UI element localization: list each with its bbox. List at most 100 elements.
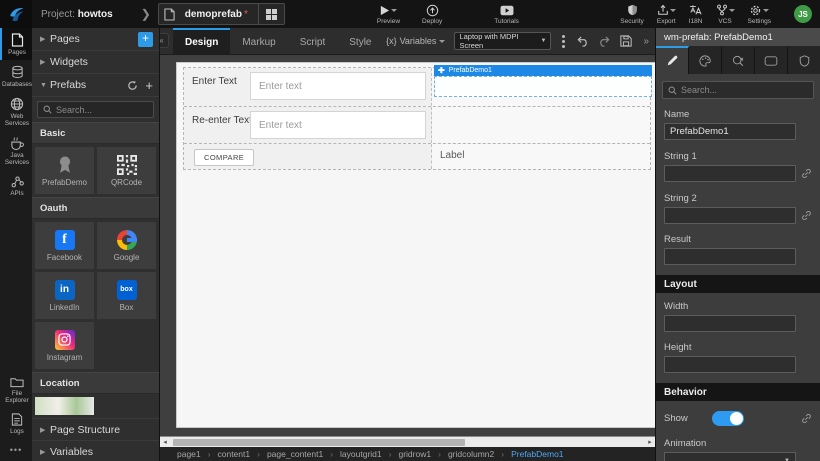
databases-icon <box>11 65 24 79</box>
tab-design[interactable]: Design <box>173 28 230 54</box>
name-field[interactable] <box>664 123 796 140</box>
selected-widget-bar[interactable]: ✚ PrefabDemo1 <box>434 65 652 76</box>
field1-input[interactable]: Enter text <box>250 72 426 100</box>
security-button[interactable]: Security <box>620 0 643 28</box>
explorer-panel: ▶ Pages + ▶ Widgets ▼ Prefabs + Basic Pr… <box>32 28 160 461</box>
page-selector[interactable]: demoprefab * <box>158 3 285 25</box>
prefab-tile-map[interactable] <box>35 397 94 415</box>
tutorials-button[interactable]: Tutorials <box>494 0 519 28</box>
activity-item-pages[interactable]: Pages <box>0 28 32 60</box>
design-page[interactable]: Enter Text Enter text ✚ PrefabDemo1 <box>176 62 655 428</box>
breadcrumb: page1 › content1 › page_content1 › layou… <box>160 447 655 461</box>
tab-styles[interactable] <box>689 46 722 74</box>
i18n-button[interactable]: I18N <box>689 0 703 28</box>
layout-grid[interactable]: Enter Text Enter text ✚ PrefabDemo1 <box>183 67 651 170</box>
activity-overflow-button[interactable]: ••• <box>0 439 32 461</box>
tab-properties[interactable] <box>656 46 689 74</box>
compare-button[interactable]: COMPARE <box>194 149 254 166</box>
export-button[interactable]: Export <box>657 0 676 28</box>
grid-cell-prefab[interactable]: ✚ PrefabDemo1 <box>432 68 650 106</box>
height-label: Height <box>664 342 812 353</box>
breadcrumb-item[interactable]: layoutgrid1 <box>340 449 382 459</box>
prefab-tile-facebook[interactable]: f Facebook <box>35 222 94 269</box>
section-widgets[interactable]: ▶ Widgets <box>32 51 159 74</box>
activity-item-logs[interactable]: Logs <box>0 408 32 439</box>
prefab-tile-instagram[interactable]: Instagram <box>35 322 94 369</box>
tab-markup[interactable]: Markup <box>230 28 287 54</box>
prefab-tile-linkedin[interactable]: in LinkedIn <box>35 272 94 319</box>
result-field[interactable] <box>664 248 796 265</box>
settings-button[interactable]: Settings <box>748 0 772 28</box>
move-icon: ✚ <box>438 67 445 75</box>
prefab-tile-prefabdemo[interactable]: PrefabDemo <box>35 147 94 194</box>
breadcrumb-item[interactable]: gridrow1 <box>398 449 431 459</box>
user-avatar[interactable]: JS <box>794 5 812 23</box>
section-variables[interactable]: ▶ Variables <box>32 441 159 461</box>
import-prefab-button[interactable]: + <box>145 78 153 93</box>
breadcrumb-item[interactable]: gridcolumn2 <box>448 449 494 459</box>
string1-field[interactable] <box>664 165 796 182</box>
string1-bind-button[interactable] <box>800 168 812 179</box>
add-page-button[interactable]: + <box>138 32 153 47</box>
more-options-button[interactable] <box>560 35 567 48</box>
properties-search[interactable] <box>662 81 814 99</box>
width-field[interactable] <box>664 315 796 332</box>
section-pages[interactable]: ▶ Pages + <box>32 28 159 51</box>
grid-cell-label[interactable]: Label <box>432 144 650 169</box>
breadcrumb-item[interactable]: content1 <box>217 449 250 459</box>
scrollbar-thumb[interactable] <box>173 439 465 446</box>
deploy-button[interactable]: Deploy <box>422 0 442 28</box>
preview-button[interactable]: Preview <box>377 0 400 28</box>
section-prefabs[interactable]: ▼ Prefabs + <box>32 74 159 97</box>
tab-script[interactable]: Script <box>288 28 338 54</box>
string2-field[interactable] <box>664 207 796 224</box>
undo-button[interactable] <box>576 36 589 47</box>
box-icon: box <box>117 280 137 300</box>
activity-item-java-services[interactable]: Java Services <box>0 131 32 170</box>
activity-item-apis[interactable]: APIs <box>0 170 32 201</box>
prefab-search-input[interactable] <box>56 105 148 115</box>
horizontal-scrollbar[interactable]: ◂ ▸ <box>160 436 655 447</box>
vcs-button[interactable]: VCS <box>716 0 735 28</box>
redo-button[interactable] <box>598 36 611 47</box>
tab-events[interactable] <box>722 46 755 74</box>
grid-cell-field1[interactable]: Enter Text Enter text <box>184 68 432 106</box>
animation-select[interactable]: ▼ <box>664 452 796 461</box>
chevron-down-icon <box>763 9 769 12</box>
device-selector[interactable]: Laptop with MDPI Screen ▼ <box>454 32 551 50</box>
prefab-tile-google[interactable]: Google <box>97 222 156 269</box>
grid-cell-empty[interactable] <box>432 107 650 143</box>
grid-cell-button[interactable]: COMPARE <box>184 144 432 169</box>
tab-device[interactable] <box>755 46 788 74</box>
field2-input[interactable]: Enter text <box>250 111 426 139</box>
breadcrumb-item[interactable]: page_content1 <box>267 449 323 459</box>
prefab-tile-box[interactable]: box Box <box>97 272 156 319</box>
activity-item-databases[interactable]: Databases <box>0 60 32 92</box>
prefab-widget-body[interactable] <box>434 76 652 97</box>
prefab-tile-qrcode[interactable]: QRCode <box>97 147 156 194</box>
wavemaker-logo[interactable] <box>0 0 32 28</box>
link-icon <box>801 413 812 424</box>
tab-security[interactable] <box>788 46 820 74</box>
prefab-search[interactable] <box>37 101 154 118</box>
string2-bind-button[interactable] <box>800 210 812 221</box>
show-bind-button[interactable] <box>800 413 812 424</box>
collapse-right-panel-button[interactable]: » <box>641 36 651 47</box>
height-field[interactable] <box>664 356 796 373</box>
show-toggle[interactable] <box>712 411 744 426</box>
selected-widget-name: PrefabDemo1 <box>449 67 492 74</box>
grid-cell-field2[interactable]: Re-enter Text Enter text <box>184 107 432 143</box>
activity-item-web-services[interactable]: Web Services <box>0 92 32 131</box>
section-page-structure[interactable]: ▶ Page Structure <box>32 418 159 441</box>
breadcrumb-item-selected[interactable]: PrefabDemo1 <box>511 449 563 459</box>
save-button[interactable] <box>620 35 632 47</box>
string1-label: String 1 <box>664 151 812 162</box>
tab-style[interactable]: Style <box>337 28 383 54</box>
refresh-icon[interactable] <box>127 80 138 91</box>
variables-button[interactable]: {x} Variables <box>386 36 445 46</box>
properties-search-input[interactable] <box>681 85 808 95</box>
activity-item-file-explorer[interactable]: File Explorer <box>0 371 32 408</box>
breadcrumb-item[interactable]: page1 <box>177 449 201 459</box>
page-grid-icon[interactable] <box>258 4 284 24</box>
link-icon <box>801 210 812 221</box>
